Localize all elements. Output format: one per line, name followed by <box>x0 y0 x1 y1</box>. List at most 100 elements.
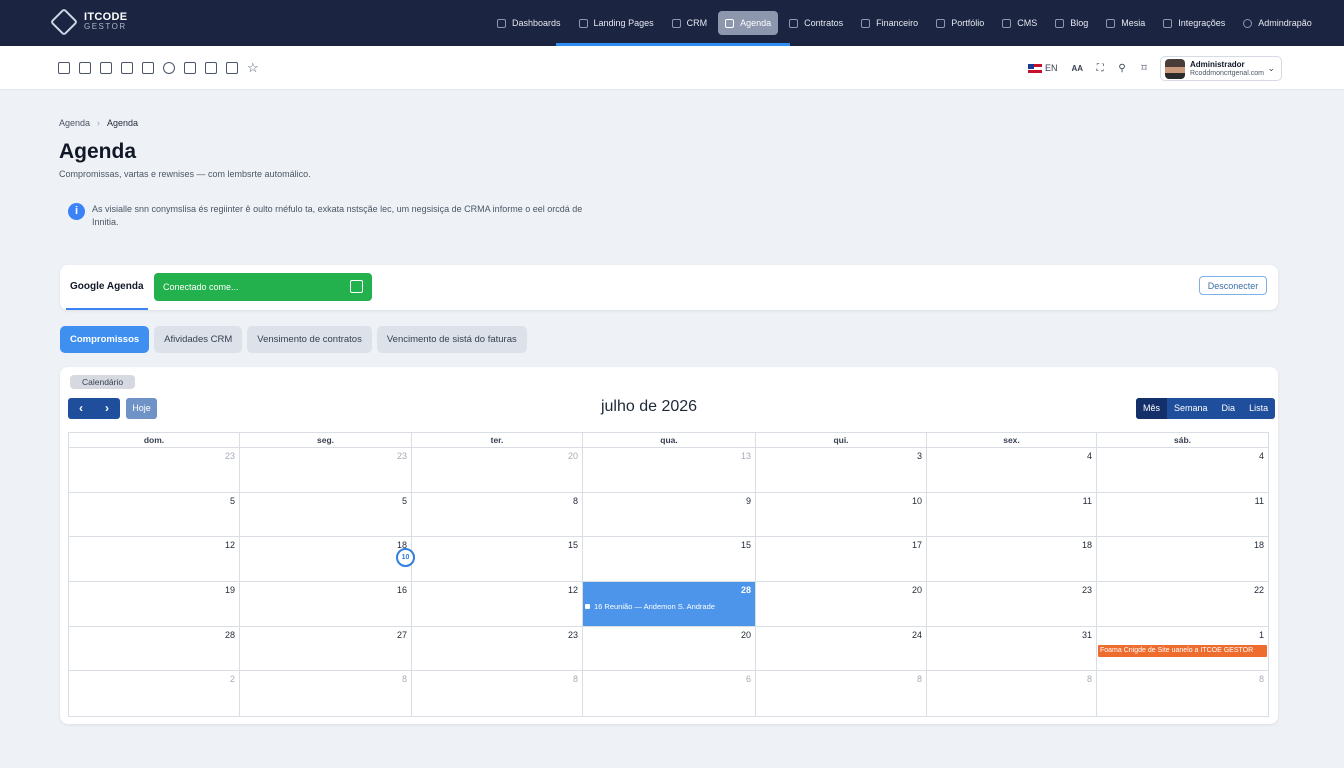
database-icon[interactable] <box>121 62 133 74</box>
calendar-day-cell[interactable]: 8 <box>240 671 412 717</box>
nav-crm[interactable]: CRM <box>665 11 715 35</box>
calendar-label: Calendário <box>70 375 136 389</box>
calendar-day-cell[interactable]: 15 <box>583 537 756 582</box>
calendar-event[interactable]: 16 Reunião — Andemon S. Andrade <box>585 602 715 611</box>
calendar-day-cell[interactable]: 28 <box>69 626 240 671</box>
nav-portfolio[interactable]: Portfólio <box>929 11 991 35</box>
calendar-day-cell[interactable]: 27 <box>240 626 412 671</box>
document-icon[interactable] <box>100 62 112 74</box>
calendar-day-cell[interactable]: 4 <box>1097 448 1268 492</box>
tab-vencimento-faturas[interactable]: Vencimento de sistá do faturas <box>376 326 527 353</box>
nav-integracoes[interactable]: Integrações <box>1156 11 1232 35</box>
brand-logo[interactable]: ITCODE GESTOR <box>49 7 127 37</box>
disconnect-button[interactable]: Desconecter <box>1199 276 1267 295</box>
view-day-button[interactable]: Dia <box>1215 398 1243 419</box>
nav-landing-pages[interactable]: Landing Pages <box>572 11 661 35</box>
calendar-day-cell[interactable]: 15 <box>412 537 583 582</box>
calendar-day-cell[interactable]: 18 <box>927 537 1097 582</box>
calendar-day-cell[interactable]: 12 <box>412 582 583 626</box>
us-flag-icon[interactable] <box>1028 63 1042 73</box>
day-number: 4 <box>1258 451 1264 461</box>
user-email: Rcoddmoncrtgenal.com <box>1190 69 1264 77</box>
stamp-icon[interactable] <box>79 62 91 74</box>
calendar-day-cell[interactable]: 8 <box>756 671 927 717</box>
calendar-day-cell[interactable]: 8 <box>412 492 583 537</box>
calendar-day-cell[interactable]: 11 <box>927 492 1097 537</box>
nav-admin[interactable]: Admindrapão <box>1236 11 1319 35</box>
calendar-day-cell[interactable]: 5 <box>69 492 240 537</box>
calendar-day-cell[interactable]: 8 <box>927 671 1097 717</box>
day-number: 31 <box>1081 629 1092 640</box>
tab-compromissos[interactable]: Compromissos <box>60 326 150 353</box>
tab-vencimento-contratos[interactable]: Vensimento de contratos <box>247 326 372 353</box>
book-icon[interactable] <box>184 62 196 74</box>
calendar-icon <box>725 18 735 28</box>
breadcrumb-root[interactable]: Agenda <box>59 118 90 128</box>
calendar-event[interactable]: Foama Cnigde de Site uanelo a ITCOE GEST… <box>1098 644 1267 657</box>
calendar-day-cell[interactable]: 24 <box>756 626 927 671</box>
calendar-day-cell[interactable]: 18 <box>1097 537 1268 581</box>
shield-icon[interactable] <box>205 62 217 74</box>
calendar-day-cell[interactable]: 20 <box>412 448 583 492</box>
calendar-day-cell[interactable]: 8 <box>1097 671 1268 716</box>
list-icon[interactable] <box>226 62 238 74</box>
calendar-day-cell[interactable]: 9 <box>583 492 756 537</box>
calendar-day-cell[interactable]: 5 <box>240 492 412 537</box>
calendar-day-cell[interactable]: 23 <box>412 626 583 671</box>
info-icon: i <box>68 203 85 220</box>
google-connected-status[interactable]: Conectado come... <box>154 273 372 301</box>
calendar-day-cell[interactable]: 22 <box>1097 582 1268 626</box>
tab-atividades-crm[interactable]: Afividades CRM <box>154 326 243 353</box>
calendar-day-cell[interactable]: 8 <box>412 671 583 717</box>
calendar-day-cell[interactable]: 31 <box>927 626 1097 671</box>
nav-dashboards[interactable]: Dashboards <box>490 11 568 35</box>
day-number: 8 <box>401 674 407 685</box>
calendar-day-cell[interactable]: 1 Foama Cnigde de Site uanelo a ITCOE GES… <box>1097 627 1268 671</box>
calendar-day-cell[interactable]: 17 <box>756 537 927 582</box>
calendar-day-cell[interactable]: 6 <box>583 671 756 717</box>
main-nav: Dashboards Landing Pages CRM Agenda Cont… <box>490 0 1323 46</box>
nav-contratos[interactable]: Contratos <box>782 11 850 35</box>
calendar-week-row: 2 8 8 6 8 8 8 <box>69 671 1268 717</box>
weekday-label: sáb. <box>1173 435 1191 445</box>
view-list-button[interactable]: Lista <box>1242 398 1275 419</box>
user-menu[interactable]: Administrador Rcoddmoncrtgenal.com ⌄ <box>1160 56 1282 81</box>
nav-agenda[interactable]: Agenda <box>718 11 779 35</box>
star-icon[interactable]: ☆ <box>247 61 261 74</box>
calendar-day-cell[interactable]: 3 <box>756 448 927 492</box>
tab-google-agenda[interactable]: Google Agenda <box>66 265 148 310</box>
calendar-day-cell[interactable]: 10 <box>756 492 927 537</box>
calendar-day-cell[interactable]: 16 <box>240 582 412 626</box>
calendar-day-cell[interactable]: 20 <box>756 582 927 626</box>
calendar-day-cell[interactable]: 18 10 <box>240 537 415 582</box>
nav-blog[interactable]: Blog <box>1048 11 1095 35</box>
view-month-button[interactable]: Mês <box>1136 398 1168 419</box>
calendar-day-cell[interactable]: 23 <box>927 582 1097 626</box>
font-size-button[interactable]: AA <box>1072 64 1084 73</box>
calendar-day-cell[interactable]: 19 <box>69 582 240 626</box>
weekday-label: ter. <box>412 433 583 447</box>
calendar-day-cell[interactable]: 28 16 Reunião — Andemon S. Andrade <box>583 582 756 626</box>
search-icon[interactable]: ⚲ <box>1117 63 1127 74</box>
calendar-day-cell[interactable]: 4 <box>927 448 1097 492</box>
calendar-day-cell[interactable]: 23 <box>240 448 412 492</box>
building-icon[interactable] <box>142 62 154 74</box>
day-number: 28 <box>224 629 235 640</box>
nav-mesia[interactable]: Mesia <box>1099 11 1152 35</box>
nav-cms[interactable]: CMS <box>995 11 1044 35</box>
calendar-day-cell[interactable]: 20 <box>583 626 756 671</box>
calendar-day-cell[interactable]: 11 <box>1097 493 1268 537</box>
calendar-day-cell[interactable]: 12 <box>69 537 240 582</box>
fullscreen-icon[interactable]: ⛶ <box>1095 63 1105 74</box>
nav-financeiro[interactable]: Financeiro <box>854 11 925 35</box>
calendar-week-row: 19 16 12 28 16 Reunião — Andemon S. Andrade 2… <box>69 582 1268 627</box>
globe-icon[interactable] <box>163 62 175 74</box>
calendar-day-cell[interactable]: 2 <box>69 671 240 717</box>
day-number: 8 <box>1258 674 1264 685</box>
language-selector[interactable]: EN <box>1045 63 1058 73</box>
bookmark-icon[interactable]: ⌑ <box>1139 63 1149 74</box>
calendar-day-cell[interactable]: 23 <box>69 448 240 492</box>
view-week-button[interactable]: Semana <box>1167 398 1215 419</box>
calendar-day-cell[interactable]: 13 <box>583 448 756 492</box>
chart-icon[interactable] <box>58 62 70 74</box>
